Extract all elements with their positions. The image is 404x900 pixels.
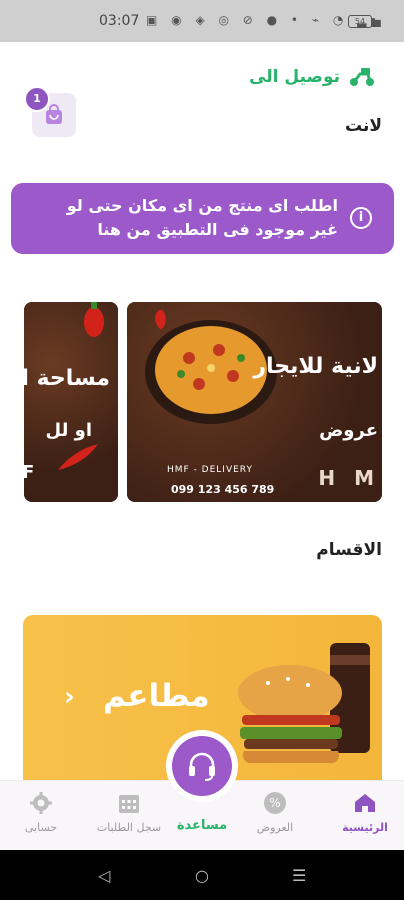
status-time: 03:07 bbox=[99, 13, 140, 29]
slide-subtext: او لل bbox=[45, 420, 92, 441]
slide-headline: مساحة اع bbox=[24, 366, 110, 391]
deliver-to-label: توصيل الى bbox=[249, 67, 340, 87]
svg-text:%: % bbox=[269, 796, 280, 810]
slide-brand: HMF - DELIVERY bbox=[167, 465, 253, 475]
custom-order-banner[interactable]: اطلب اى منتج من اى مكان حتى لو غير موجود… bbox=[11, 183, 394, 254]
help-button-circle bbox=[172, 736, 232, 796]
recents-icon[interactable]: ☰ bbox=[292, 866, 306, 885]
help-button[interactable] bbox=[166, 730, 238, 802]
headset-icon bbox=[189, 752, 215, 781]
battery-icon: 54 bbox=[348, 15, 372, 28]
slide-subtext: عروض bbox=[319, 420, 378, 441]
nav-history-label: سجل الطلبات bbox=[96, 821, 162, 834]
back-icon[interactable]: ◁ bbox=[98, 866, 110, 885]
nav-home[interactable]: الرئيسية bbox=[330, 791, 400, 834]
promo-slide[interactable]: مساحة اع او لل F bbox=[24, 302, 118, 502]
nav-order-history[interactable]: سجل الطلبات bbox=[94, 791, 164, 834]
location-name[interactable]: لانت bbox=[345, 116, 382, 136]
categories-title: الاقسام bbox=[316, 540, 382, 560]
delivery-scooter-icon bbox=[350, 68, 374, 86]
promo-slider[interactable]: مساحة اع او لل F لانية للايجار عروض H M … bbox=[0, 302, 404, 502]
system-navigation-bar: ◁ ○ ☰ bbox=[0, 850, 404, 900]
slide-phone: 099 123 456 789 bbox=[171, 483, 275, 496]
nav-offers-label: العروض bbox=[256, 821, 294, 834]
deliver-to-row[interactable]: توصيل الى bbox=[249, 66, 376, 88]
promo-slide[interactable]: لانية للايجار عروض H M HMF - DELIVERY 09… bbox=[127, 302, 382, 502]
slide-headline: لانية للايجار bbox=[253, 354, 378, 379]
nav-help-label[interactable]: مساعدة bbox=[170, 818, 234, 833]
category-name: مطاعم bbox=[103, 678, 210, 714]
slide-letter: F bbox=[24, 462, 35, 483]
nav-offers[interactable]: % العروض bbox=[240, 791, 310, 834]
burger-image bbox=[238, 643, 370, 764]
battery-nub bbox=[372, 18, 375, 24]
nav-home-label: الرئيسية bbox=[342, 821, 388, 834]
percent-badge-icon: % bbox=[264, 792, 286, 814]
nav-account[interactable]: حسابى bbox=[6, 791, 76, 834]
status-bar: 03:07 ▣ ◉ ◈ ◎ ⊘ ● • ⌁ ◔ ▂▄ 54 bbox=[0, 0, 404, 42]
custom-order-text: اطلب اى منتج من اى مكان حتى لو غير موجود… bbox=[66, 196, 338, 239]
slide-brand-letters: H M bbox=[318, 466, 380, 490]
chili-pepper-icon bbox=[84, 302, 104, 337]
home-icon bbox=[355, 794, 375, 812]
info-icon: i bbox=[350, 207, 372, 229]
cart-count-badge: 1 bbox=[24, 86, 50, 112]
cart-button[interactable]: 1 bbox=[24, 86, 76, 137]
gear-icon bbox=[30, 792, 52, 814]
calendar-icon bbox=[119, 795, 139, 813]
chili-pepper-icon bbox=[58, 444, 98, 470]
home-circle-icon[interactable]: ○ bbox=[195, 866, 209, 885]
chevron-right-icon: › bbox=[64, 682, 75, 712]
nav-account-label: حسابى bbox=[24, 821, 58, 834]
